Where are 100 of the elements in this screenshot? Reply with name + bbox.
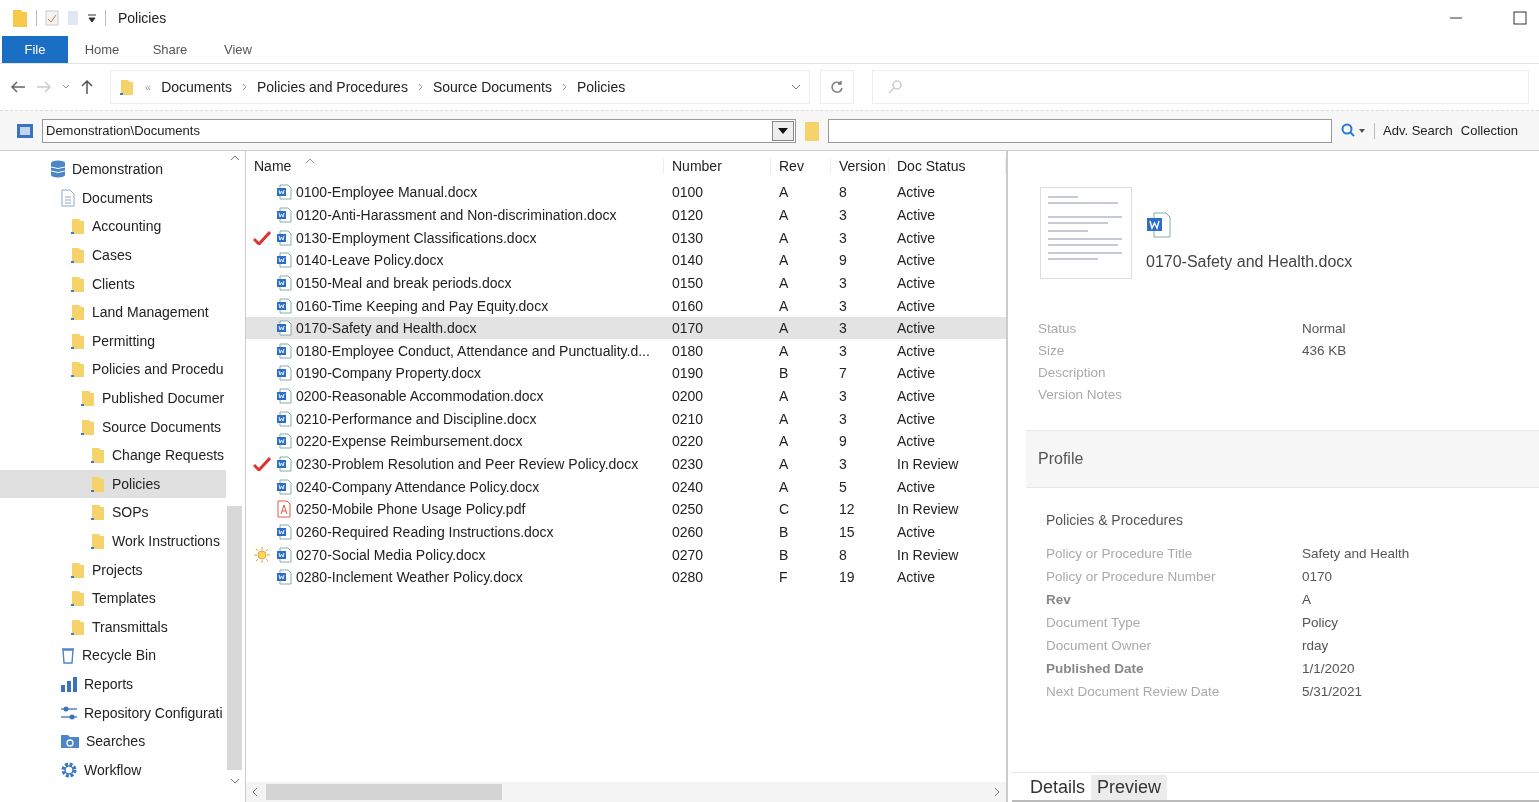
tree-item[interactable]: Templates xyxy=(0,583,226,613)
pane-tab[interactable]: Preview xyxy=(1091,775,1168,800)
tree-item[interactable]: Searches xyxy=(0,726,226,756)
up-arrow-icon[interactable] xyxy=(80,79,94,95)
file-row[interactable]: 0200-Reasonable Accommodation.docx 0200 A 3 Active xyxy=(246,384,1006,408)
breadcrumb-item[interactable]: Source Documents xyxy=(432,79,552,95)
search-field[interactable] xyxy=(828,118,1332,143)
file-row[interactable]: 0100-Employee Manual.docx 0100 A 8 Active xyxy=(246,181,1006,204)
tree-item[interactable]: Recycle Bin xyxy=(0,641,226,670)
maximize-icon[interactable] xyxy=(1513,11,1527,25)
table-cell-text: Active xyxy=(896,433,937,450)
breadcrumb-item[interactable]: Policies and Procedures xyxy=(256,79,408,95)
repository-icon[interactable] xyxy=(16,122,34,139)
chevron-left-icon[interactable] xyxy=(252,787,258,797)
caret-icon[interactable] xyxy=(62,84,70,90)
table-cell-text: In Review xyxy=(896,546,960,563)
chevron-down-icon[interactable] xyxy=(229,778,240,784)
address-bar[interactable]: « Documents Policies and Procedures Source Documents Policies xyxy=(110,70,810,104)
tree-item[interactable]: Projects xyxy=(0,555,226,584)
file-row[interactable]: 0280-Inclement Weather Policy.docx 0280 F 19 Active xyxy=(246,565,1006,589)
word-document-icon xyxy=(276,297,292,314)
file-row[interactable]: 0260-Required Reading Instructions.docx 0260 B 15 Active xyxy=(246,520,1006,544)
column-header[interactable]: Doc Status xyxy=(889,158,1006,174)
breadcrumb-item[interactable]: Policies xyxy=(577,79,626,95)
tree-item[interactable]: Reports xyxy=(0,669,226,699)
file-row[interactable]: 0170-Safety and Health.docx 0170 A 3 Active xyxy=(246,316,1006,340)
file-row[interactable]: 0130-Employment Classifications.docx 0130 A 3 Active xyxy=(246,226,1006,249)
folder-icon xyxy=(90,446,106,465)
tree-item[interactable]: Transmittals xyxy=(0,612,226,642)
file-row[interactable]: 0240-Company Attendance Policy.docx 0240 A 5 Active xyxy=(246,475,1006,498)
tree-item[interactable]: Work Instructions xyxy=(0,526,226,556)
file-row[interactable]: 0160-Time Keeping and Pay Equity.docx 0160 A 3 Active xyxy=(246,294,1006,317)
folder-icon xyxy=(80,417,96,436)
chevron-down-icon[interactable] xyxy=(791,84,801,90)
word-document-icon xyxy=(276,388,292,405)
chevron-right-icon[interactable] xyxy=(994,787,1000,797)
table-cell-text: A xyxy=(778,184,790,201)
table-cell-text: 0180 xyxy=(671,342,705,359)
tree-item[interactable]: Policies xyxy=(0,469,226,499)
table-cell-text: 0250 xyxy=(671,501,705,518)
ribbon-tab[interactable]: Share xyxy=(136,36,204,63)
tree-item[interactable]: Documents xyxy=(0,183,226,213)
caret-icon xyxy=(778,127,788,134)
column-header[interactable]: Version xyxy=(831,158,889,174)
scrollbar[interactable] xyxy=(246,782,1006,802)
file-row[interactable]: 0190-Company Property.docx 0190 B 7 Active xyxy=(246,362,1006,385)
table-cell-text: Active xyxy=(896,523,937,540)
section-header[interactable]: Profile xyxy=(1026,430,1539,488)
tree-item[interactable]: SOPs xyxy=(0,498,226,527)
column-header[interactable]: Name xyxy=(246,158,664,174)
file-row[interactable]: 0180-Employee Conduct, Attendance and Punctuality.d... 0180 A 3 Active xyxy=(246,339,1006,363)
table-cell-text: A xyxy=(778,274,790,291)
table-cell-text: 3 xyxy=(838,320,848,337)
tree-item[interactable]: Workflow xyxy=(0,755,226,785)
tree-item[interactable]: Change Requests xyxy=(0,440,226,470)
file-row[interactable]: 0270-Social Media Policy.docx 0270 B 8 In Review xyxy=(246,543,1006,566)
tree-item[interactable]: Clients xyxy=(0,269,226,298)
tree-item[interactable]: Cases xyxy=(0,240,226,270)
ribbon-tab[interactable]: File xyxy=(2,36,68,63)
file-row[interactable]: 0250-Mobile Phone Usage Policy.pdf 0250 C 12 In Review xyxy=(246,497,1006,521)
file-row[interactable]: 0140-Leave Policy.docx 0140 A 9 Active xyxy=(246,248,1006,272)
chevron-up-icon[interactable] xyxy=(229,155,240,161)
search-icon[interactable] xyxy=(1340,122,1366,139)
toolbar-link[interactable]: Adv. Search xyxy=(1383,123,1453,138)
tree-item[interactable]: Land Management xyxy=(0,297,226,327)
tree-item[interactable]: Published Documer xyxy=(0,383,226,413)
field-label: Policy or Procedure Number xyxy=(1046,569,1217,584)
back-arrow-icon[interactable] xyxy=(10,80,26,94)
tree-item[interactable]: Source Documents xyxy=(0,412,226,441)
tree-item[interactable]: Permitting xyxy=(0,326,226,356)
ribbon-tab[interactable]: Home xyxy=(68,36,136,63)
column-header[interactable]: Rev xyxy=(771,158,831,174)
customize-dropdown-icon[interactable] xyxy=(87,13,97,23)
tree-item[interactable]: Policies and Procedu xyxy=(0,355,226,384)
file-row[interactable]: 0120-Anti-Harassment and Non-discrimination.docx 0120 A 3 Active xyxy=(246,203,1006,227)
tree-item[interactable]: Accounting xyxy=(0,212,226,241)
toolbar-link[interactable]: Collection xyxy=(1460,123,1518,138)
file-row[interactable]: 0210-Performance and Discipline.docx 0210 A 3 Active xyxy=(246,407,1006,431)
location-combo[interactable]: Demonstration\Documents xyxy=(42,118,796,143)
table-cell-text: 0220 xyxy=(671,433,705,450)
properties-icon[interactable] xyxy=(45,10,59,26)
file-row[interactable]: 0150-Meal and break periods.docx 0150 A 3 Active xyxy=(246,271,1006,295)
table-cell-text: 3 xyxy=(838,297,848,314)
file-row[interactable]: 0220-Expense Reimbursement.docx 0220 A 9 Active xyxy=(246,430,1006,453)
file-row[interactable]: 0230-Problem Resolution and Peer Review Policy.docx 0230 A 3 In Review xyxy=(246,452,1006,476)
table-cell-text: 0140 xyxy=(671,252,705,269)
folder-icon xyxy=(70,589,86,608)
column-header[interactable]: Number xyxy=(664,158,771,174)
trash-icon xyxy=(60,646,76,665)
ribbon-tab[interactable]: View xyxy=(204,36,272,63)
field-label: Document Type xyxy=(1046,615,1142,630)
file-name: 0180-Employee Conduct, Attendance and Punctuality.d... xyxy=(296,342,650,359)
file-name: 0100-Employee Manual.docx xyxy=(296,184,478,201)
breadcrumb-item[interactable]: Documents xyxy=(161,79,232,95)
dropdown-button[interactable] xyxy=(772,120,794,141)
tree-item[interactable]: Repository Configurati xyxy=(0,698,226,727)
tree-item[interactable]: Demonstration xyxy=(0,155,226,184)
refresh-button[interactable] xyxy=(820,70,854,104)
field-label: Rev xyxy=(1046,592,1072,607)
table-cell-text: 0120 xyxy=(671,206,705,223)
